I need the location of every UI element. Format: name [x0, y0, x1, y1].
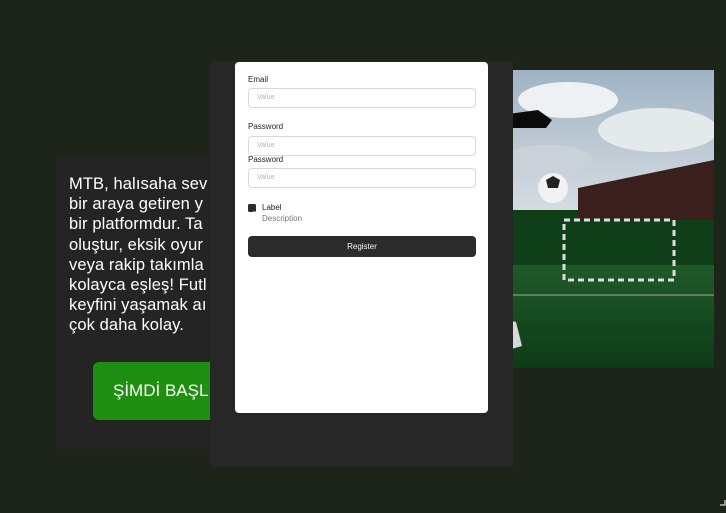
football-photo: [508, 70, 714, 368]
email-label: Email: [248, 75, 269, 84]
register-form: Email Value Password Value Password Valu…: [235, 62, 488, 413]
check-icon: [249, 210, 255, 216]
register-button[interactable]: Register: [248, 236, 476, 257]
password-field[interactable]: Value: [248, 136, 476, 156]
password-label: Password: [248, 122, 284, 131]
password-confirm-field[interactable]: Value: [248, 168, 476, 188]
email-field[interactable]: Value: [248, 88, 476, 108]
checkbox[interactable]: [248, 204, 256, 216]
corner-marker-icon: [720, 500, 726, 506]
checkbox-description: Description: [262, 214, 303, 223]
password-confirm-label: Password: [248, 155, 284, 164]
checkbox-label: Label: [262, 203, 282, 212]
